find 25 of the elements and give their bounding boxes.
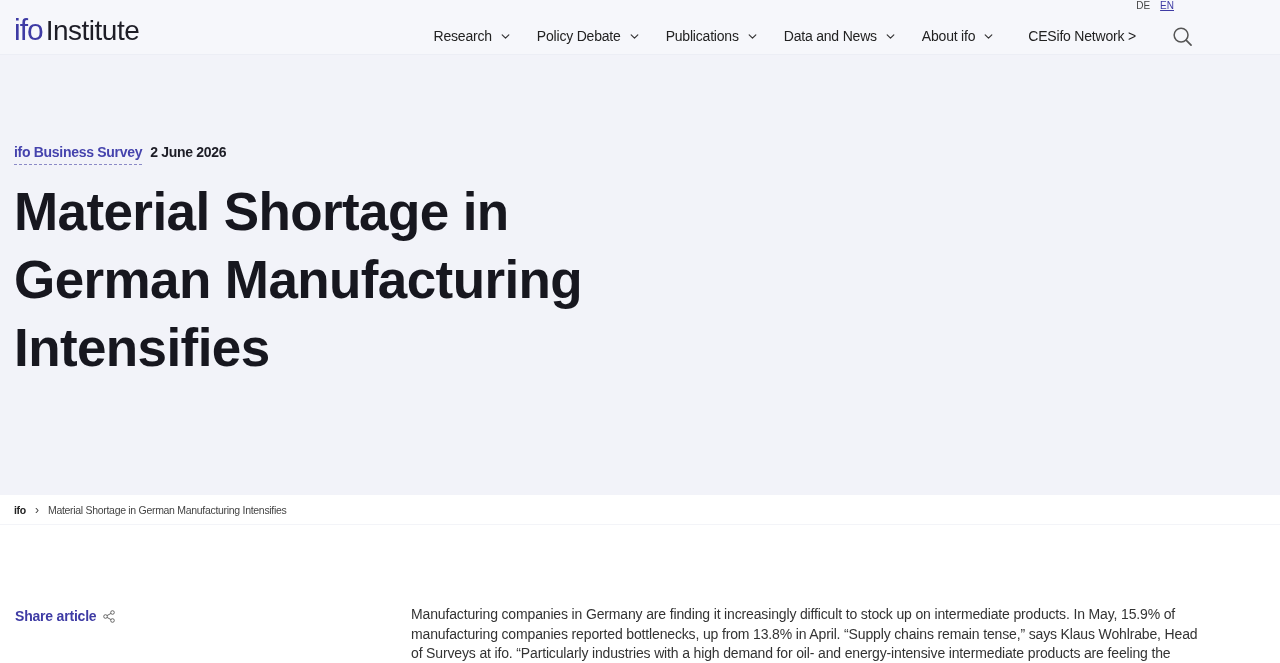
language-link[interactable]: EN <box>1160 0 1174 14</box>
chevron-down-icon <box>885 33 895 39</box>
article-title: Material Shortage in German Manufacturing Intensifies <box>14 181 584 379</box>
search-icon[interactable] <box>1173 26 1192 46</box>
breadcrumb-link[interactable]: ifo <box>14 503 26 516</box>
category-link[interactable]: ifo Business Survey <box>14 143 143 165</box>
breadcrumb-separator: › <box>34 502 39 517</box>
nav-link[interactable]: CESifo Network > <box>1028 28 1136 44</box>
nav-menu-item[interactable]: About ifo <box>921 28 994 44</box>
chevron-down-icon <box>500 33 510 39</box>
breadcrumb-current: Material Shortage in German Manufacturing Intensifies <box>47 503 287 516</box>
chevron-down-icon <box>747 33 757 39</box>
share-icon <box>103 609 116 623</box>
share-article-link[interactable]: Share article <box>15 608 116 624</box>
nav-menu-item[interactable]: Data and News <box>783 28 895 44</box>
logo-text[interactable]: Institute <box>45 14 140 48</box>
nav-menu-item[interactable]: Research <box>433 28 510 44</box>
logo-mark[interactable]: ifo <box>14 13 43 47</box>
nav-menu-item[interactable]: Policy Debate <box>536 28 639 44</box>
language-link[interactable]: DE <box>1136 0 1151 14</box>
article-paragraph: Manufacturing companies in Germany are finding it increasingly difficult to stock up on intermediate products. In May, 15.9% of manufacturing companies reported bottlenecks, up from 13.8% in April. “Supply chains remain tense,” says Klaus Wohlrabe, Head of Surveys at ifo. “Particularly industries with a high demand for oil- and energy-intensive intermediate products are feeling the <box>411 605 1199 663</box>
chevron-down-icon <box>629 33 639 39</box>
publish-date: 2 June 2026 <box>150 144 227 160</box>
chevron-down-icon <box>984 33 994 39</box>
nav-menu-item[interactable]: Publications <box>665 28 757 44</box>
